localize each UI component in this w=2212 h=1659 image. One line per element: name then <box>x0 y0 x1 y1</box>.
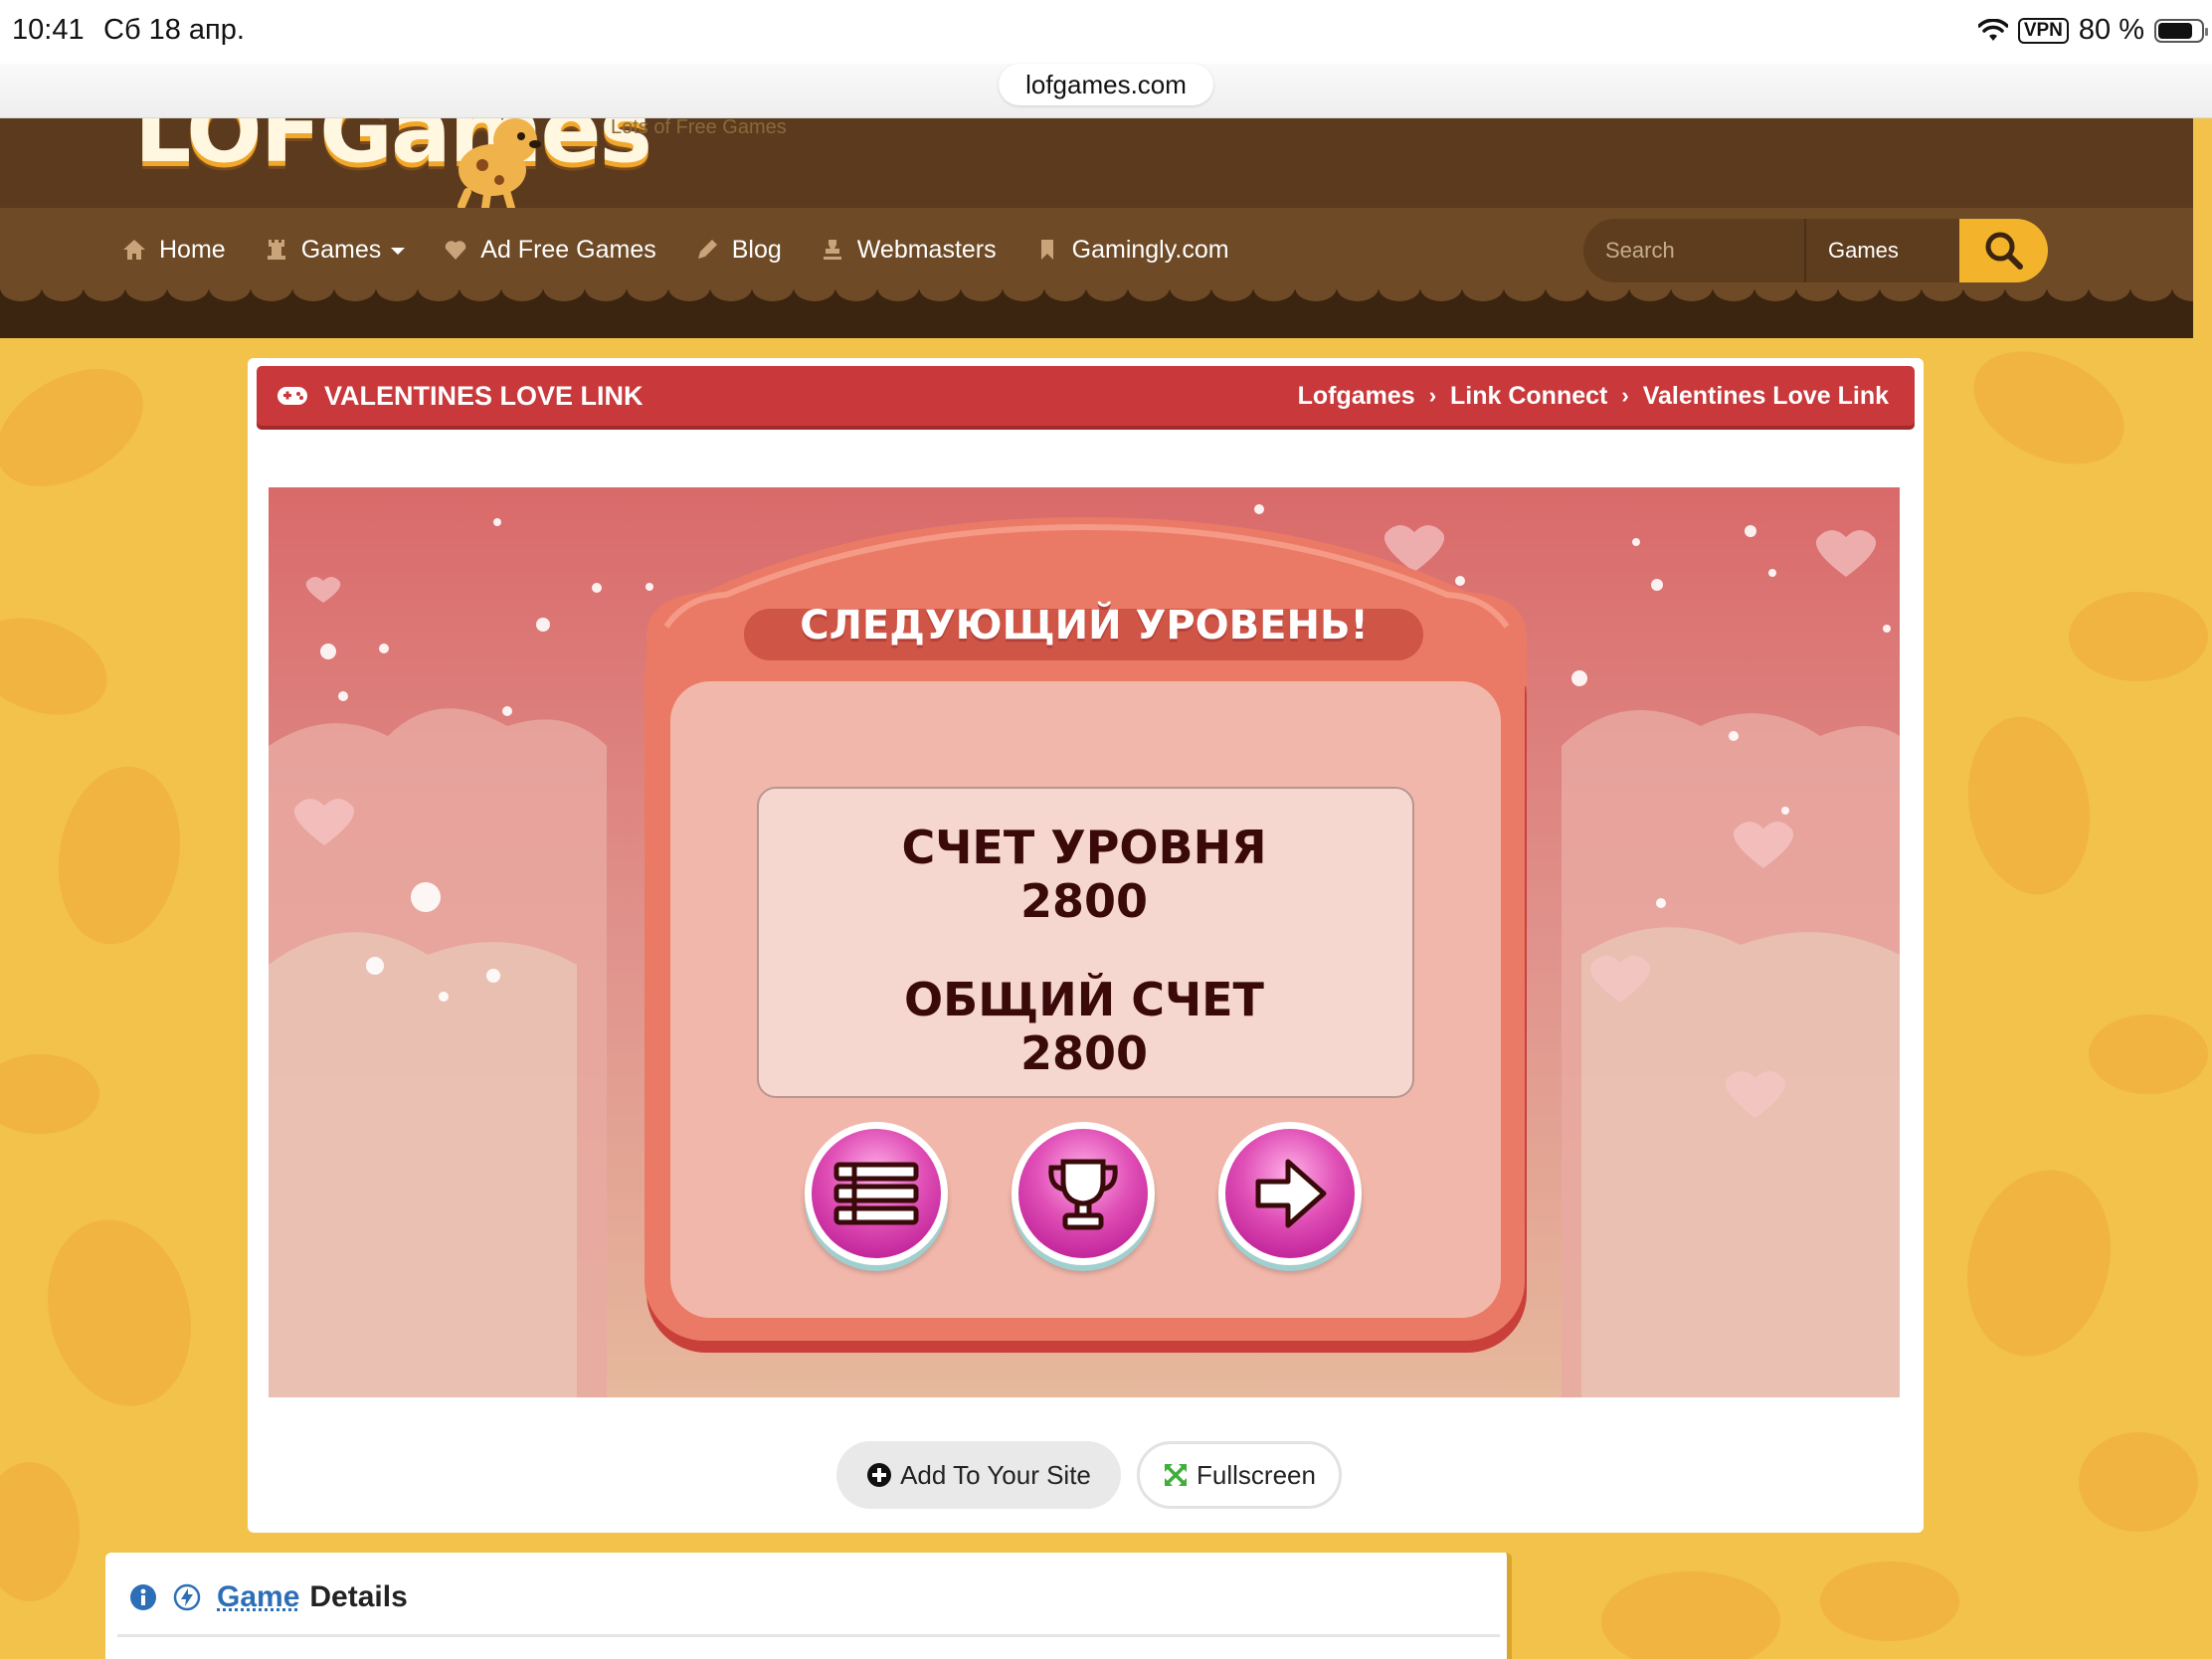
nav-menu: Home Games Ad Free Games Blog Webmasters… <box>121 230 1267 270</box>
game-details-heading: Game Details <box>129 1580 408 1614</box>
level-score-block: СЧЕТ УРОВНЯ 2800 <box>269 821 1900 928</box>
nav-games[interactable]: Games <box>264 236 406 265</box>
search-scope-select[interactable]: Games <box>1804 219 1959 282</box>
nav-home-label: Home <box>159 235 226 264</box>
details-heading-text: Details <box>309 1580 408 1613</box>
site-header: LOFGames Lots of Free Games <box>0 118 2193 208</box>
nav-ad-free-label: Ad Free Games <box>480 235 656 264</box>
scallop-divider <box>0 279 2193 305</box>
wifi-icon <box>1977 18 2008 41</box>
level-menu-button[interactable] <box>805 1122 948 1265</box>
page-title: VALENTINES LOVE LINK <box>324 380 644 411</box>
site-search: Games <box>1583 219 2048 282</box>
home-icon <box>123 240 145 260</box>
divider <box>117 1634 1500 1637</box>
rook-icon <box>267 240 285 260</box>
nav-games-label: Games <box>300 235 382 264</box>
total-score-value: 2800 <box>1019 1026 1149 1080</box>
nav-webmasters[interactable]: Webmasters <box>820 236 997 265</box>
breadcrumb-current[interactable]: Valentines Love Link <box>1643 382 1889 411</box>
battery-icon <box>2154 18 2208 43</box>
dog-mascot-icon <box>458 118 541 208</box>
pencil-icon <box>697 240 717 259</box>
bolt-icon <box>173 1583 201 1611</box>
browser-address-bar: lofgames.com <box>0 64 2212 118</box>
game-card: VALENTINES LOVE LINK Lofgames › Link Con… <box>248 358 1924 1533</box>
search-input[interactable] <box>1583 219 1804 282</box>
nav-gamingly[interactable]: Gamingly.com <box>1034 236 1229 265</box>
total-score-block: ОБЩИЙ СЧЕТ 2800 <box>269 973 1900 1080</box>
status-date: Сб 18 апр. <box>103 14 245 46</box>
game-link[interactable]: Game <box>217 1580 299 1614</box>
next-level-button[interactable] <box>1218 1122 1362 1265</box>
search-button[interactable] <box>1959 219 2048 282</box>
breadcrumb-link-connect[interactable]: Link Connect <box>1450 382 1607 411</box>
breadcrumb: Lofgames › Link Connect › Valentines Lov… <box>1298 366 1889 426</box>
status-indicators: VPN 80 % <box>1977 14 2208 47</box>
main-navbar: Home Games Ad Free Games Blog Webmasters… <box>0 208 2193 338</box>
nav-home[interactable]: Home <box>121 236 226 265</box>
chevron-right-icon: › <box>1428 383 1437 408</box>
game-title-bar: VALENTINES LOVE LINK Lofgames › Link Con… <box>257 366 1915 426</box>
menu-icon <box>833 1162 919 1225</box>
plus-circle-icon <box>867 1463 892 1487</box>
site-tagline: Lots of Free Games <box>611 118 787 138</box>
total-score-label: ОБЩИЙ СЧЕТ <box>904 973 1264 1026</box>
leaderboard-button[interactable] <box>1012 1122 1155 1265</box>
battery-percent: 80 % <box>2078 14 2144 46</box>
chevron-right-icon: › <box>1621 383 1629 408</box>
gamepad-icon <box>277 387 307 405</box>
level-score-label: СЧЕТ УРОВНЯ <box>901 821 1267 874</box>
vpn-badge: VPN <box>2017 17 2069 44</box>
nav-webmasters-label: Webmasters <box>856 235 997 264</box>
add-to-site-label: Add To Your Site <box>900 1459 1091 1490</box>
nav-blog[interactable]: Blog <box>694 236 782 265</box>
game-details-panel: Game Details <box>105 1553 1512 1659</box>
url-field[interactable]: lofgames.com <box>999 64 1213 105</box>
fullscreen-button[interactable]: Fullscreen <box>1137 1441 1342 1509</box>
trophy-icon <box>1048 1159 1118 1230</box>
nav-gamingly-label: Gamingly.com <box>1071 235 1229 264</box>
nav-ad-free-games[interactable]: Ad Free Games <box>443 235 656 265</box>
fullscreen-label: Fullscreen <box>1197 1459 1316 1490</box>
info-icon <box>130 1584 156 1610</box>
search-icon <box>1985 232 2023 270</box>
expand-icon <box>1165 1464 1188 1486</box>
game-canvas[interactable]: СЛЕДУЮЩИЙ УРОВЕНЬ! СЧЕТ УРОВНЯ 2800 ОБЩИ… <box>269 487 1900 1397</box>
arrow-right-icon <box>1255 1159 1327 1228</box>
nav-blog-label: Blog <box>731 235 782 264</box>
level-score-value: 2800 <box>1019 874 1149 928</box>
bookmark-icon <box>1040 240 1053 260</box>
add-to-site-button[interactable]: Add To Your Site <box>836 1441 1121 1509</box>
heart-icon <box>446 241 466 260</box>
chevron-down-icon <box>391 248 406 255</box>
status-time: 10:41 <box>12 14 85 46</box>
stamp-icon <box>823 240 841 260</box>
breadcrumb-lofgames[interactable]: Lofgames <box>1298 382 1415 411</box>
site-logo[interactable]: LOFGames <box>134 118 652 183</box>
status-bar: 10:41 Сб 18 апр. VPN 80 % <box>0 0 2212 64</box>
dialog-title: СЛЕДУЮЩИЙ УРОВЕНЬ! <box>800 603 1369 648</box>
